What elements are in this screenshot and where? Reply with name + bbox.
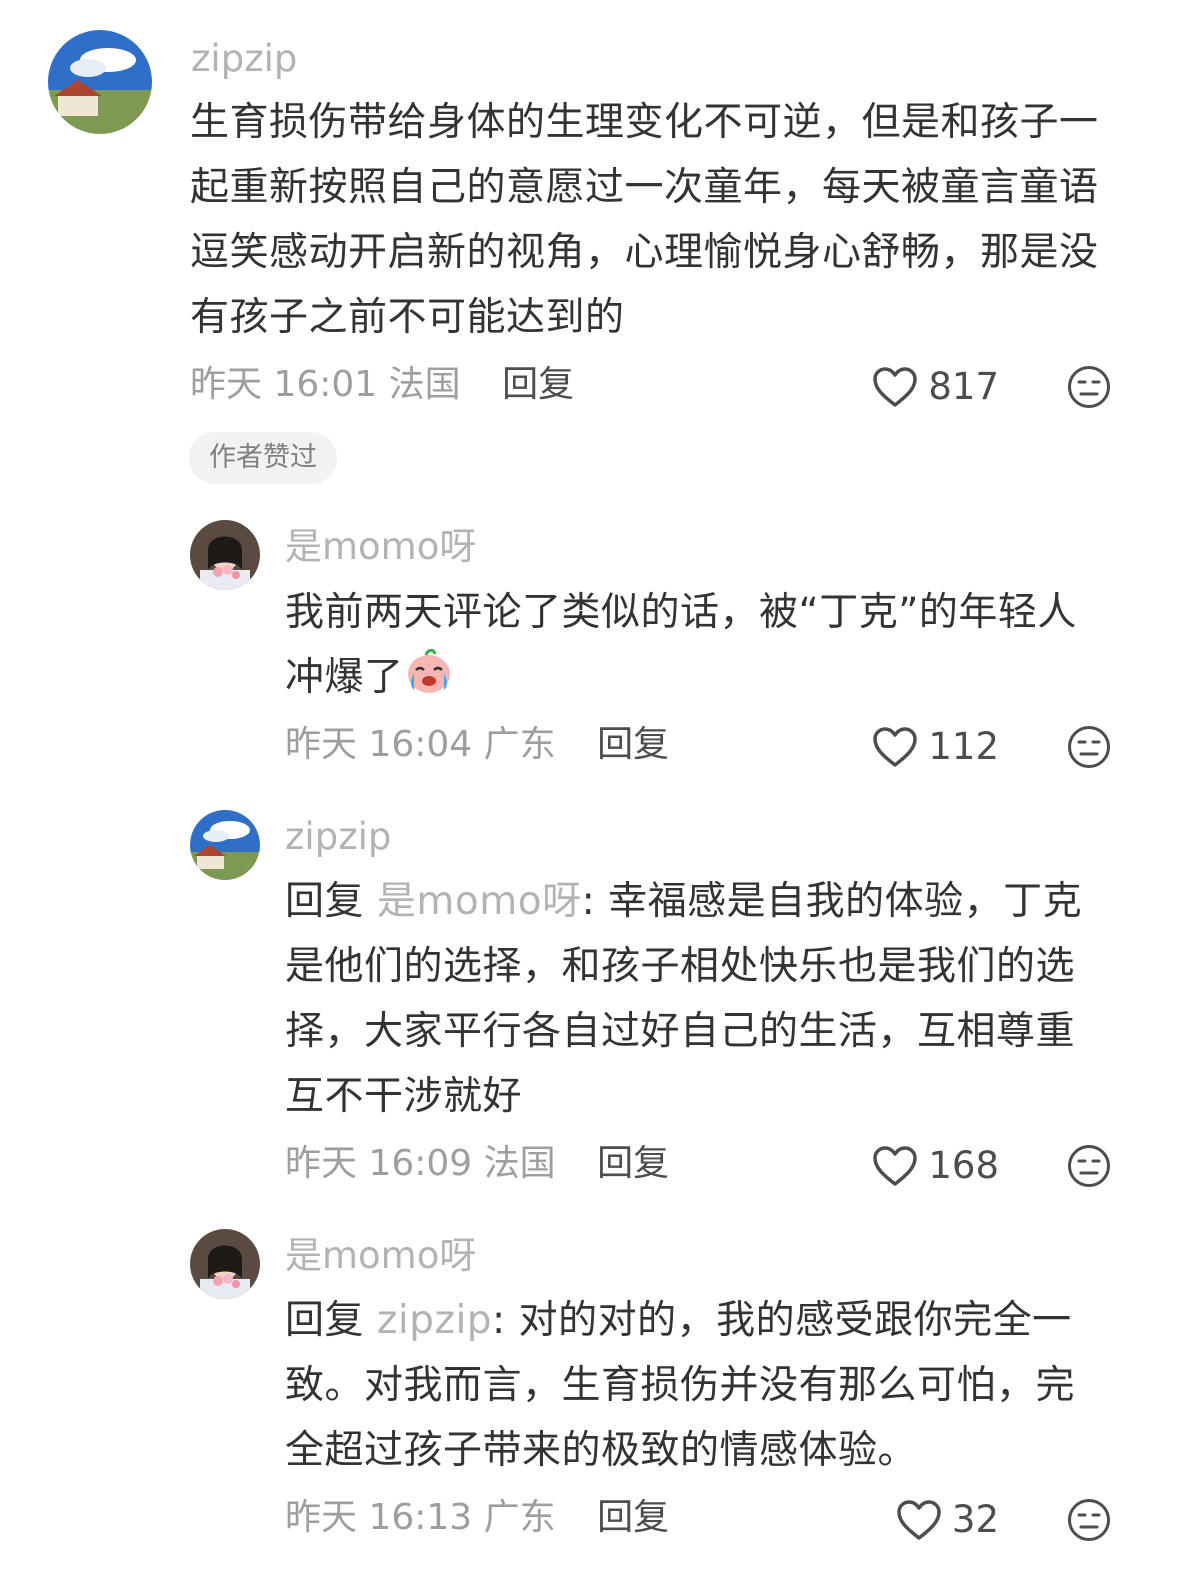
reply-button[interactable]: 回复 [597,1497,669,1538]
reply-prefix: 回复 [285,1298,365,1343]
username[interactable]: zipzip [191,36,297,82]
location: 广东 [483,724,556,765]
comment-text: 我前两天评论了类似的话，被“丁克”的年轻人冲爆了 [285,590,1077,700]
username[interactable]: zipzip [285,814,391,860]
reply-target-user[interactable]: 是momo呀 [377,879,582,924]
reply-button[interactable]: 回复 [597,1143,669,1184]
like-button[interactable]: 112 [872,724,999,770]
comment-text: 回复 zipzip: 对的对的，我的感受跟你完全一致。对我而言，生育损伤并没有那… [285,1298,1076,1473]
like-count: 168 [928,1144,999,1187]
timestamp: 昨天 16:13 [285,1497,473,1538]
like-button[interactable]: 168 [872,1143,999,1189]
dislike-button[interactable] [1067,365,1111,409]
like-button[interactable]: 817 [872,364,999,410]
avatar[interactable] [190,520,260,590]
dislike-button[interactable] [1067,725,1111,769]
reply-target-user[interactable]: zipzip [377,1298,492,1343]
comment-meta: 昨天 16:13 广东 回复 [285,1495,669,1541]
meh-face-icon [1068,1145,1110,1187]
timestamp: 昨天 16:09 [285,1143,473,1184]
comment-text: 生育损伤带给身体的生理变化不可逆，但是和孩子一起重新按照自己的意愿过一次童年，每… [190,100,1099,340]
like-count: 32 [951,1498,999,1541]
dislike-button[interactable] [1067,1144,1111,1188]
heart-outline-icon [873,1146,918,1186]
heart-outline-icon [897,1500,941,1540]
username[interactable]: 是momo呀 [285,1233,476,1279]
avatar[interactable] [48,30,152,134]
timestamp: 昨天 16:04 [285,724,473,765]
location: 法国 [483,1143,556,1184]
meh-face-icon [1068,366,1110,408]
avatar[interactable] [190,1229,260,1299]
location: 法国 [388,364,461,405]
like-count: 112 [928,725,999,768]
crying-face-emoji [407,648,450,693]
avatar[interactable] [190,810,260,880]
like-count: 817 [928,365,999,408]
dislike-button[interactable] [1067,1498,1111,1542]
meh-face-icon [1068,726,1110,768]
comment-meta: 昨天 16:04 广东 回复 [285,722,669,768]
heart-outline-icon [873,727,918,767]
timestamp: 昨天 16:01 [190,364,378,405]
heart-outline-icon [873,367,918,407]
comment-meta: 昨天 16:01 法国 回复 [190,362,574,408]
comment-meta: 昨天 16:09 法国 回复 [285,1141,669,1187]
like-button[interactable]: 32 [896,1497,999,1543]
location: 广东 [483,1497,556,1538]
reply-button[interactable]: 回复 [597,724,669,765]
username[interactable]: 是momo呀 [285,524,476,570]
author-liked-badge: 作者赞过 [189,432,337,484]
comment-text: 回复 是momo呀: 幸福感是自我的体验，丁克是他们的选择，和孩子相处快乐也是我… [285,879,1083,1119]
meh-face-icon [1068,1499,1110,1541]
reply-prefix: 回复 [285,879,365,924]
reply-button[interactable]: 回复 [502,364,574,405]
